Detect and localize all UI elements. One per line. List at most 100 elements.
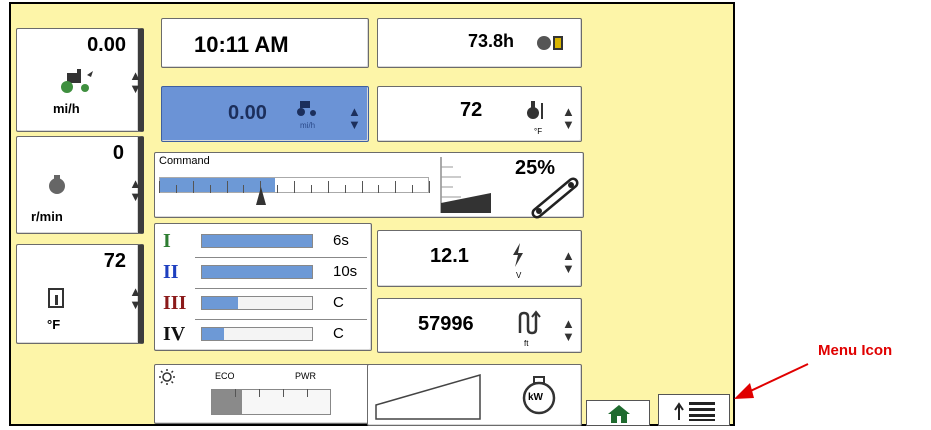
engine-power-unit: kW bbox=[528, 392, 543, 403]
engine-hours-value: 73.8h bbox=[468, 31, 515, 51]
engine-rpm-panel[interactable]: 0 r/min ▲ ▼ bbox=[16, 136, 144, 234]
gear-value: C bbox=[333, 294, 344, 311]
clock-time: 10:11 AM bbox=[194, 32, 289, 57]
gear-numeral: IV bbox=[163, 323, 186, 345]
command-scale-tick bbox=[243, 185, 245, 193]
clock-panel: 10:11 AM bbox=[161, 18, 369, 68]
distance-panel[interactable]: 57996 ft ▲ ▼ bbox=[377, 298, 582, 353]
gear-bar-fill bbox=[202, 235, 312, 247]
power-mode-fill bbox=[212, 390, 242, 414]
distance-value: 57996 bbox=[418, 313, 474, 335]
gear-bar-fill bbox=[202, 266, 312, 278]
coolant-temp-panel[interactable]: 72 °F ▲ ▼ bbox=[377, 86, 582, 142]
sun-icon bbox=[159, 369, 175, 385]
gear-bar bbox=[201, 265, 313, 279]
command-scale-tick bbox=[310, 185, 312, 193]
coolant-temp-value: 72 bbox=[460, 99, 483, 121]
speed-adjust-arrows[interactable]: ▲ ▼ bbox=[129, 69, 142, 95]
power-mode-panel[interactable]: ECO PWR bbox=[154, 364, 372, 424]
menu-icon-annotation-label: Menu Icon bbox=[818, 342, 893, 359]
power-mode-scale-tick bbox=[283, 389, 284, 397]
gear-row-divider bbox=[195, 319, 367, 320]
command-scale-tick bbox=[378, 185, 380, 193]
coolant-temperature-icon bbox=[527, 101, 543, 119]
tractor-icon bbox=[61, 69, 93, 93]
command-load-graph bbox=[440, 157, 491, 213]
oil-temp-value: 72 bbox=[103, 250, 126, 272]
gear-value: C bbox=[333, 325, 344, 342]
pwr-label: PWR bbox=[295, 371, 316, 381]
gear-row-divider bbox=[195, 257, 367, 258]
power-trend-graph bbox=[375, 374, 481, 420]
command-scale bbox=[159, 181, 430, 193]
command-scale-tick bbox=[175, 185, 177, 193]
gear-numeral: I bbox=[163, 230, 171, 252]
set-speed-tractor-icon bbox=[297, 101, 316, 116]
oil-temperature-icon bbox=[48, 288, 64, 308]
oil-temp-panel[interactable]: 72 °F ▲ ▼ bbox=[16, 244, 144, 344]
home-button[interactable] bbox=[586, 400, 650, 426]
set-speed-value: 0.00 bbox=[228, 102, 267, 124]
rpm-adjust-arrows[interactable]: ▲ ▼ bbox=[129, 177, 142, 203]
menu-button[interactable] bbox=[658, 394, 730, 426]
oil-temp-adjust-arrows[interactable]: ▲ ▼ bbox=[129, 285, 142, 311]
distance-adjust-arrows[interactable]: ▲ ▼ bbox=[562, 317, 575, 343]
lightning-icon bbox=[513, 243, 523, 267]
command-scale-tick bbox=[344, 185, 346, 193]
gear-value: 10s bbox=[333, 263, 358, 280]
gear-bar bbox=[201, 327, 313, 341]
command-scale-tick bbox=[277, 185, 279, 193]
voltage-panel[interactable]: 12.1 V ▲ ▼ bbox=[377, 230, 582, 287]
coolant-adjust-arrows[interactable]: ▲ ▼ bbox=[562, 105, 575, 131]
coolant-temp-unit: °F bbox=[534, 127, 543, 136]
speed-panel[interactable]: 0.00 mi/h ▲ ▼ bbox=[16, 28, 144, 132]
set-speed-adjust-arrows[interactable]: ▲ ▼ bbox=[348, 105, 361, 131]
distance-unit: ft bbox=[524, 339, 529, 348]
gear-numeral: III bbox=[163, 292, 187, 314]
command-scale-tick bbox=[192, 181, 194, 193]
gear-bar bbox=[201, 234, 313, 248]
speed-unit: mi/h bbox=[53, 101, 80, 116]
engine-icon bbox=[49, 175, 65, 194]
engine-rpm-unit: r/min bbox=[31, 209, 63, 224]
command-scale-tick bbox=[327, 181, 329, 193]
command-scale-tick bbox=[429, 181, 430, 193]
command-scale-tick bbox=[226, 181, 228, 193]
oil-temp-unit: °F bbox=[47, 317, 61, 332]
menu-icon bbox=[674, 402, 715, 421]
command-label: Command bbox=[159, 155, 210, 167]
command-panel[interactable]: Command 25% bbox=[154, 152, 584, 219]
gear-value: 6s bbox=[333, 232, 349, 249]
command-pointer-icon bbox=[256, 187, 266, 205]
command-scale-tick bbox=[159, 181, 160, 193]
command-scale-tick bbox=[209, 185, 211, 193]
command-scale-tick bbox=[395, 181, 397, 193]
engine-rpm-value: 0 bbox=[112, 142, 124, 164]
gear-status-panel[interactable]: I 6s II 10s III C IV C bbox=[154, 223, 372, 351]
power-mode-scale-tick bbox=[259, 389, 260, 397]
distance-icon bbox=[518, 310, 541, 335]
home-icon bbox=[608, 405, 630, 423]
engine-hours-icon bbox=[537, 36, 563, 50]
power-mode-scale bbox=[211, 385, 331, 397]
gear-bar-fill bbox=[202, 328, 224, 340]
command-scale-tick bbox=[361, 181, 363, 193]
speed-value: 0.00 bbox=[87, 34, 126, 56]
set-speed-panel[interactable]: 0.00 mi/h ▲ ▼ bbox=[161, 86, 369, 142]
gear-bar-fill bbox=[202, 297, 239, 309]
command-scale-tick bbox=[412, 185, 414, 193]
throttle-value: 25% bbox=[515, 157, 556, 179]
power-mode-scale-tick bbox=[235, 389, 236, 397]
gear-numeral: II bbox=[163, 261, 179, 283]
gear-row-divider bbox=[195, 288, 367, 289]
throttle-lever-icon bbox=[531, 177, 579, 219]
engine-power-panel[interactable]: kW bbox=[367, 364, 582, 426]
power-mode-scale-tick bbox=[307, 389, 308, 397]
set-speed-unit: mi/h bbox=[300, 121, 316, 130]
engine-hours-panel: 73.8h bbox=[377, 18, 582, 68]
voltage-adjust-arrows[interactable]: ▲ ▼ bbox=[562, 249, 575, 275]
gear-bar bbox=[201, 296, 313, 310]
voltage-unit: V bbox=[516, 271, 522, 280]
command-scale-tick bbox=[294, 181, 295, 193]
display-screen: 0.00 mi/h ▲ ▼ 0 r/min ▲ ▼ 72 °F ▲ ▼ 10:11 A… bbox=[9, 2, 735, 426]
